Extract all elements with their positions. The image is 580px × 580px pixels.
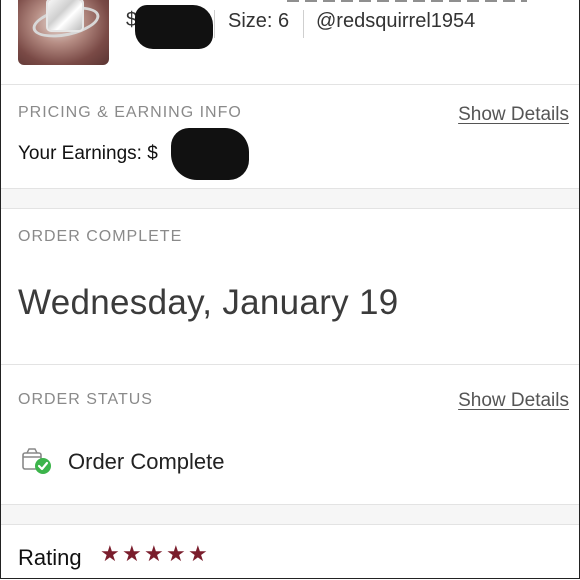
- package-check-icon: [22, 448, 51, 474]
- your-earnings: Your Earnings: $: [18, 143, 158, 164]
- ring-stone-image: [48, 0, 82, 30]
- rating-stars: ★ ★ ★ ★ ★: [100, 543, 208, 567]
- divider: [1, 84, 579, 85]
- star-icon: ★: [166, 542, 186, 567]
- divider: [1, 364, 579, 365]
- cropped-title-text: [287, 0, 527, 2]
- pricing-show-details-link[interactable]: Show Details: [458, 104, 569, 126]
- pricing-section-label: PRICING & EARNING INFO: [18, 104, 242, 121]
- order-complete-date: Wednesday, January 19: [18, 283, 399, 322]
- star-icon: ★: [100, 542, 120, 567]
- price-redaction: [135, 5, 213, 49]
- order-status-label: ORDER STATUS: [18, 391, 153, 408]
- rating-label: Rating: [18, 545, 82, 570]
- order-status-text: Order Complete: [68, 449, 225, 474]
- status-show-details-link[interactable]: Show Details: [458, 390, 569, 412]
- separator: [214, 10, 215, 38]
- section-gap: [1, 188, 579, 209]
- star-icon: ★: [122, 542, 142, 567]
- separator: [303, 10, 304, 38]
- listing-summary[interactable]: $ Size: 6 @redsquirrel1954: [1, 0, 579, 84]
- earnings-redaction: [171, 128, 249, 180]
- order-complete-label: ORDER COMPLETE: [18, 228, 183, 245]
- seller-username[interactable]: @redsquirrel1954: [316, 10, 475, 33]
- listing-size: Size: 6: [228, 10, 290, 32]
- star-icon: ★: [144, 542, 164, 567]
- star-icon: ★: [188, 542, 208, 567]
- order-detail-screen: $ Size: 6 @redsquirrel1954 PRICING & EAR…: [0, 0, 580, 579]
- listing-thumbnail[interactable]: [18, 0, 109, 65]
- section-gap: [1, 504, 579, 525]
